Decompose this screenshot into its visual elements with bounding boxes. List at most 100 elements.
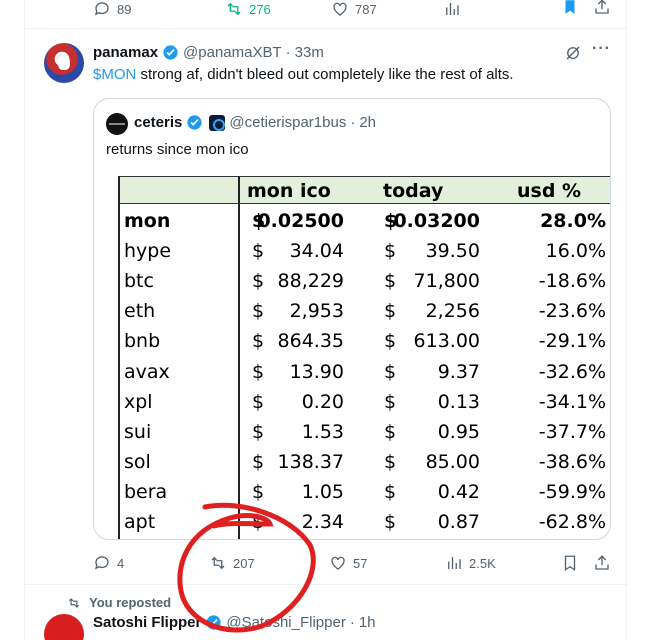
heart-icon [333,2,347,16]
verified-badge-icon [206,615,221,630]
currency-symbol: $ [384,480,397,503]
coin-name: btc [124,270,154,293]
quoted-tweet[interactable]: ceteris @cetierispar1bus · 2h returns si… [93,98,611,540]
quote-author-handle: @cetierispar1bus [229,114,347,131]
more-options-button[interactable]: ··· [592,40,611,58]
author-name[interactable]: panamax [93,44,158,61]
currency-symbol: $ [252,270,265,293]
table-header-row: mon ico today usd % [118,176,610,204]
author-handle[interactable]: @panamaXBT [183,44,282,61]
repost-count: 276 [249,1,271,17]
coin-name: sui [124,420,152,443]
table-row: avax $13.90 $9.37 -32.6% [118,357,610,387]
ico-price: 2,953 [289,300,344,323]
heart-icon [331,556,345,570]
separator-dot: · [285,44,291,61]
cashtag-link[interactable]: $MON [93,66,136,83]
share-icon [595,555,609,570]
currency-symbol: $ [252,360,265,383]
quote-time: 2h [359,114,377,131]
usd-percent-change: -18.6% [538,270,606,293]
author-handle[interactable]: @Satoshi_Flipper [226,614,345,631]
usd-percent-change: -23.6% [538,300,606,323]
today-price: 2,256 [425,300,480,323]
table-row: xpl $0.20 $0.13 -34.1% [118,387,610,417]
coin-name: mon [124,210,171,232]
avatar[interactable] [44,43,84,83]
ico-price: 864.35 [277,330,344,353]
coin-name: apt [124,511,156,533]
currency-symbol: $ [252,330,265,353]
today-price: 0.13 [437,390,480,413]
table-row: mon $0.02500 $0.03200 28.0% [118,206,610,236]
reply-count: 89 [117,1,132,17]
tweet-time[interactable]: 1h [359,614,376,631]
coin-name: xpl [124,390,153,413]
today-price: 71,800 [413,270,480,293]
tweet-actions: 4 207 57 2.5K [25,554,628,576]
ico-price: 34.04 [289,240,344,263]
usd-percent-change: -32.6% [538,360,606,383]
table-row: sol $138.37 $85.00 -38.6% [118,447,610,477]
tweet-time[interactable]: 33m [295,44,324,61]
table-row: bera $1.05 $0.42 -59.9% [118,477,610,507]
views-button[interactable] [443,0,461,18]
table-row: btc $88,229 $71,800 -18.6% [118,266,610,296]
usd-percent-change: -29.1% [538,330,606,353]
table-row: eth $2,953 $2,256 -23.6% [118,296,610,326]
reply-button[interactable]: 89 [93,0,131,18]
bookmark-filled-icon [565,0,575,14]
coin-name: eth [124,300,156,323]
tweet-divider [25,584,628,585]
views-button[interactable]: 2.5K [445,554,496,572]
today-price: 613.00 [413,330,480,353]
separator-dot: · [349,614,355,631]
today-price: 39.50 [425,240,480,263]
verified-badge-icon [187,115,202,130]
usd-percent-change: -37.7% [538,420,606,443]
today-price: 9.37 [437,360,480,383]
coin-name: bera [124,480,168,503]
header-usd-pct: usd % [517,180,582,202]
reply-count: 4 [117,555,125,571]
grok-icon[interactable] [564,44,582,62]
repost-button[interactable]: 276 [225,0,271,18]
today-price: 85.00 [425,450,480,473]
usd-percent-change: -38.6% [538,450,606,473]
views-count: 2.5K [469,555,496,571]
ico-price: 13.90 [289,360,344,383]
currency-symbol: $ [384,360,397,383]
currency-symbol: $ [384,330,397,353]
table-row: sui $1.53 $0.95 -37.7% [118,417,610,447]
bookmark-button[interactable] [561,554,579,572]
tweet-text: $MON strong af, didn't bleed out complet… [93,66,514,83]
currency-symbol: $ [252,420,265,443]
author-name[interactable]: Satoshi Flipper [93,614,201,631]
currency-symbol: $ [252,390,265,413]
verified-badge-icon [163,45,178,60]
currency-symbol: $ [252,450,265,473]
ico-price: 0.20 [301,390,344,413]
reply-button[interactable]: 4 [93,554,124,572]
currency-symbol: $ [384,390,397,413]
like-button[interactable]: 57 [329,554,367,572]
tweet-header: panamax @panamaXBT · 33m [93,44,324,61]
bookmark-button[interactable] [561,0,579,16]
usd-percent-change: -34.1% [538,390,606,413]
today-price: 0.87 [437,511,480,533]
coin-name: sol [124,450,151,473]
table-row: apt $2.34 $0.87 -62.8% [118,507,610,537]
repost-button[interactable]: 207 [209,554,255,572]
share-button[interactable] [593,554,611,572]
share-button[interactable] [593,0,611,16]
ico-price: 1.05 [301,480,344,503]
avatar[interactable] [44,614,84,640]
like-button[interactable]: 787 [331,0,377,18]
header-mon-ico: mon ico [247,180,331,202]
ico-price: 0.02500 [257,210,344,232]
coin-name: bnb [124,330,161,353]
currency-symbol: $ [384,420,397,443]
today-price: 0.95 [437,420,480,443]
usd-percent-change: -62.8% [538,511,606,533]
quote-text: returns since mon ico [106,141,249,158]
